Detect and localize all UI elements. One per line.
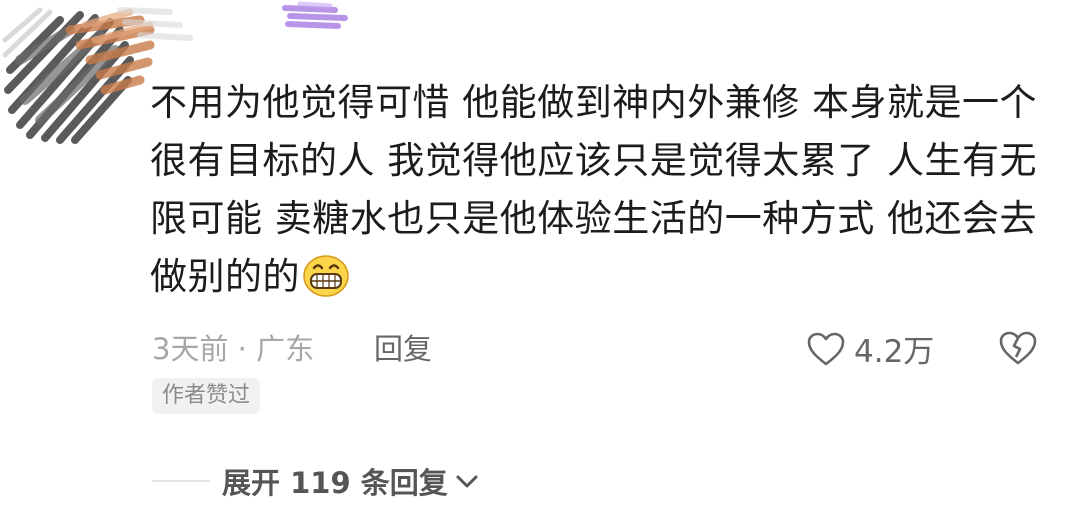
- divider: [152, 480, 210, 482]
- comment-line: 不用为他觉得可惜 他能做到神内外兼修 本身就是一个: [150, 81, 1038, 124]
- reply-button[interactable]: 回复: [374, 326, 432, 368]
- expand-replies-button[interactable]: 展开 119 条回复: [152, 460, 480, 502]
- comment-line: 限可能 卖糖水也只是他体验生活的一种方式 他还会去: [150, 197, 1038, 240]
- grinning-face-icon: [303, 255, 349, 297]
- like-button[interactable]: 4.2万: [806, 326, 934, 371]
- heart-outline-icon: [807, 332, 845, 365]
- comment-time-location: 3天前 · 广东: [152, 332, 315, 366]
- dislike-button[interactable]: [998, 330, 1038, 370]
- chevron-down-icon: [456, 475, 478, 488]
- comment-line-last: 做别的的: [150, 248, 1030, 306]
- expand-replies-label: 展开 119 条回复: [222, 466, 448, 500]
- like-count: 4.2万: [854, 334, 935, 370]
- comment-text: 不用为他觉得可惜 他能做到神内外兼修 本身就是一个 很有目标的人 我觉得他应该只…: [150, 74, 1038, 306]
- broken-heart-icon: [999, 331, 1037, 365]
- author-liked-badge: 作者赞过: [152, 378, 261, 414]
- comment-line-text: 做别的的: [150, 255, 300, 298]
- comment-line: 很有目标的人 我觉得他应该只是觉得太累了 人生有无: [150, 139, 1038, 182]
